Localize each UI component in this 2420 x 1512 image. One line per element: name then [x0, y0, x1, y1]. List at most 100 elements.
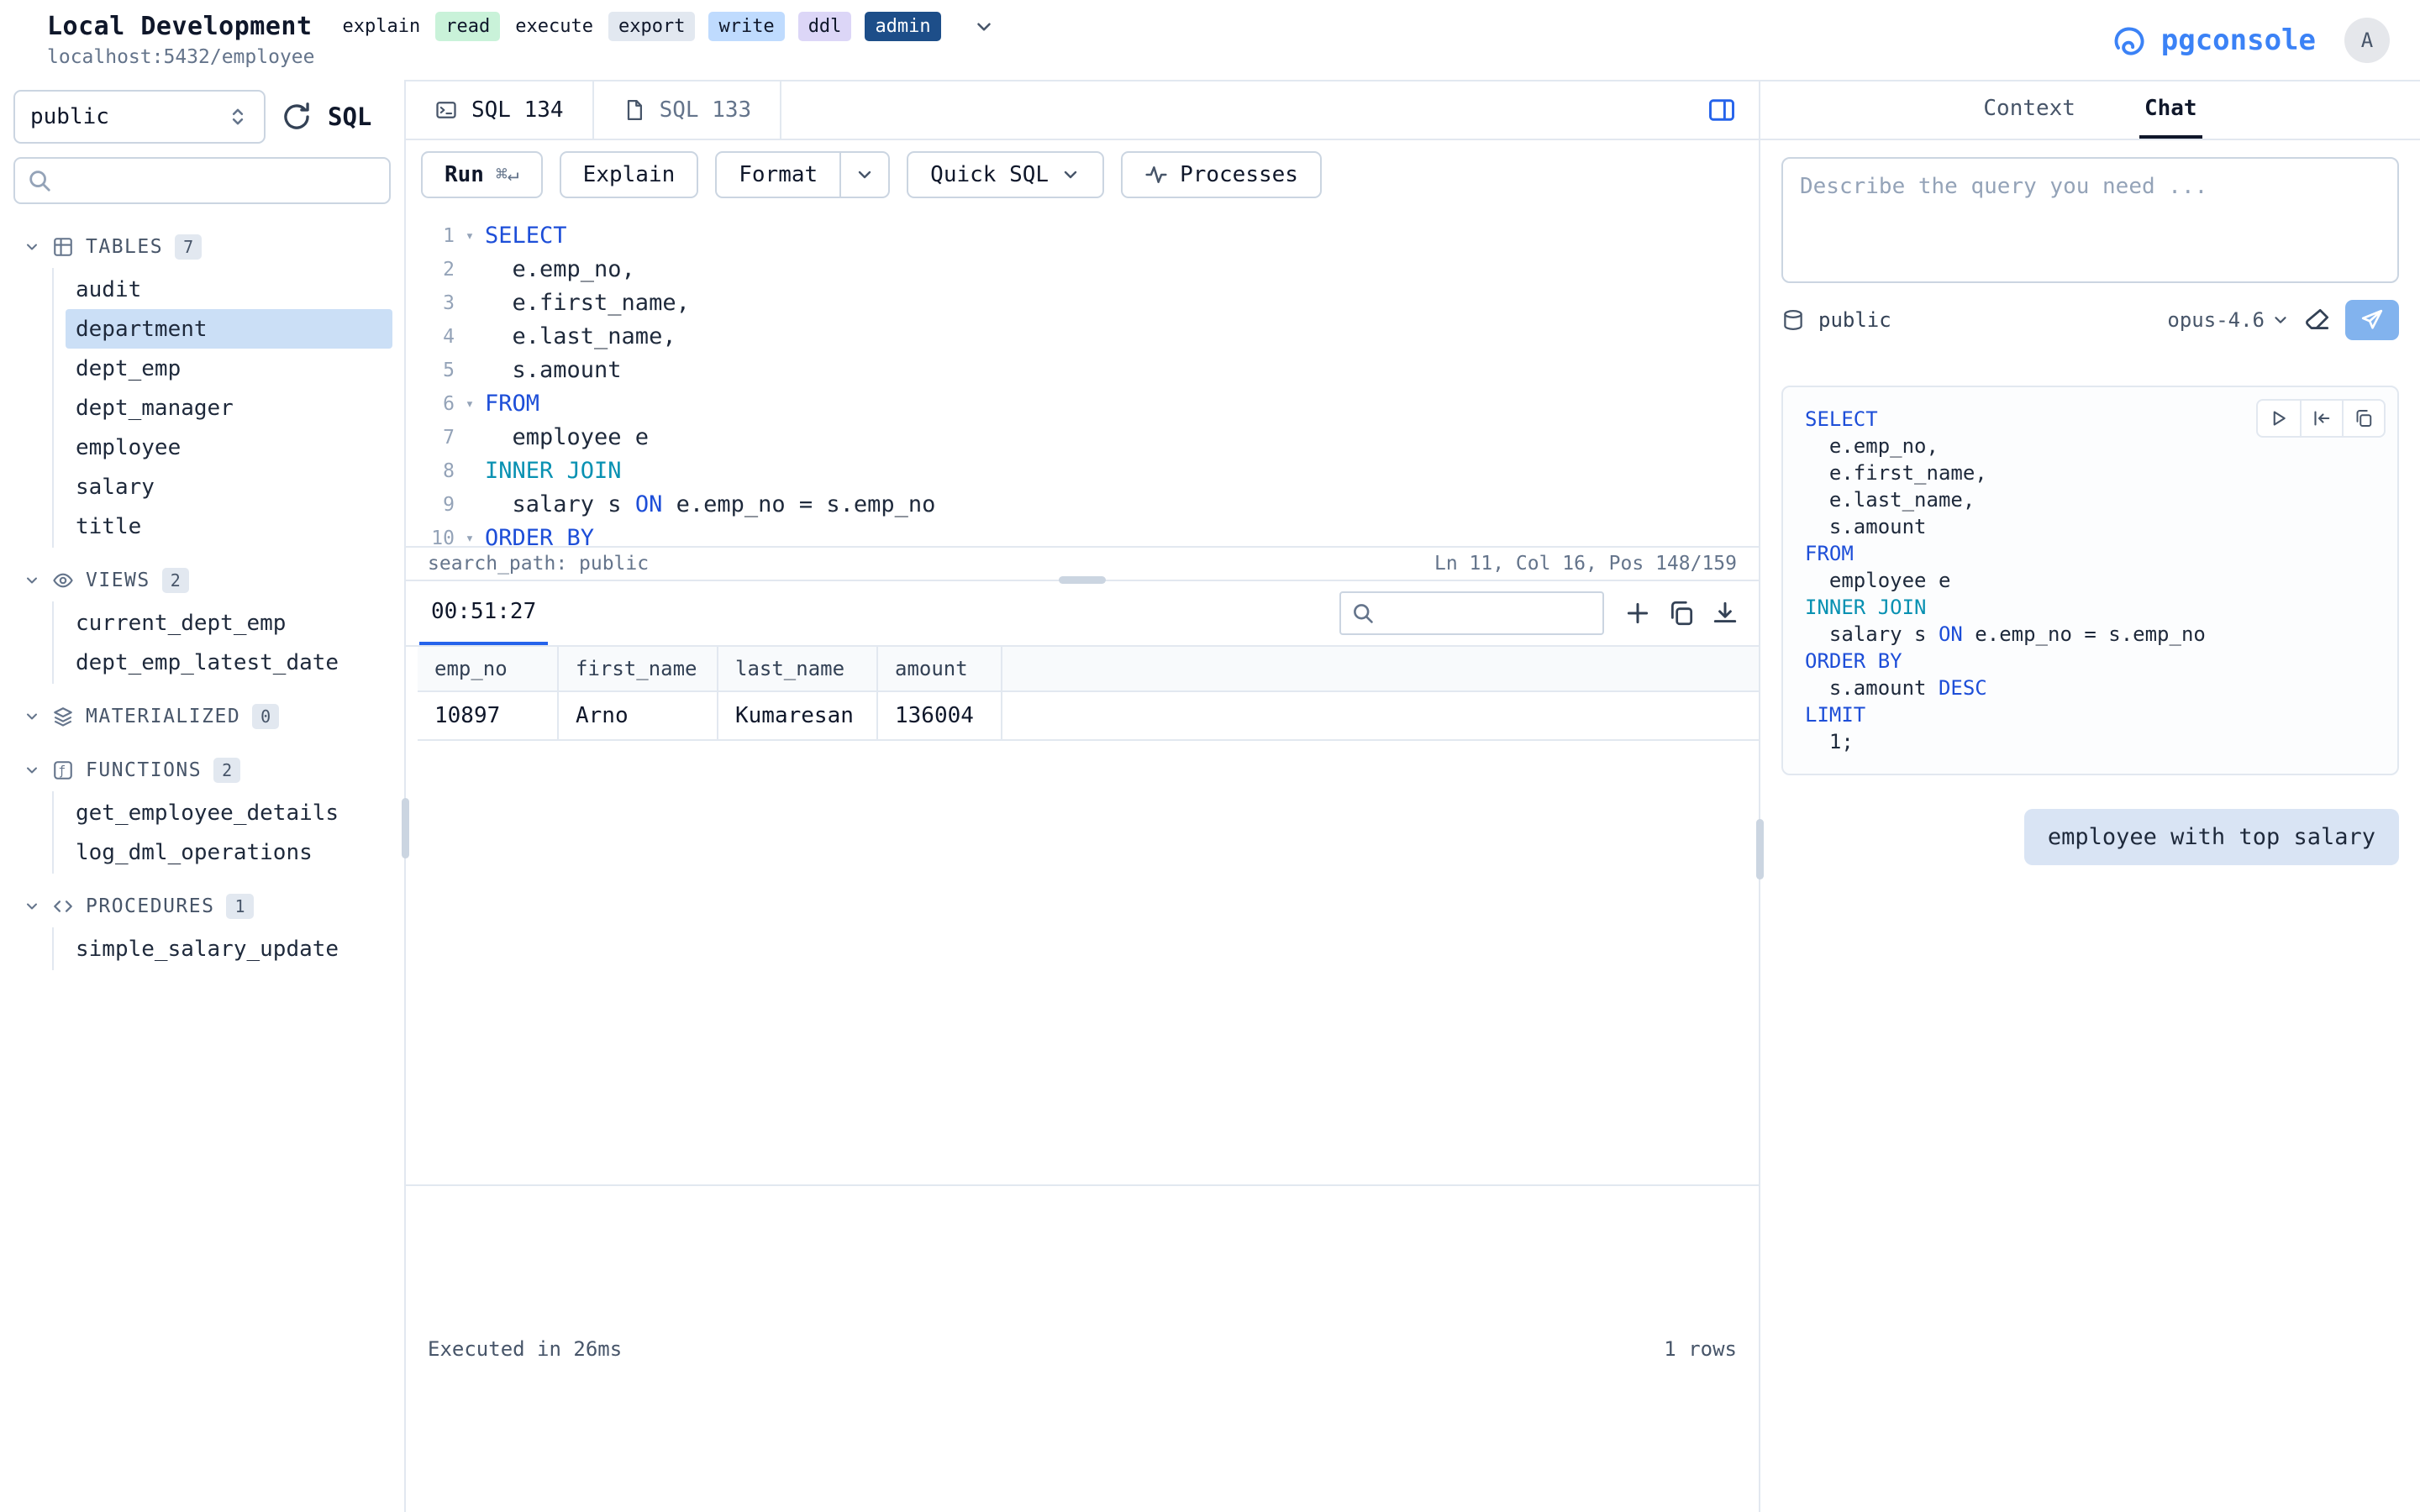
- column-header-filler: [1002, 647, 1759, 690]
- tab-context[interactable]: Context: [1978, 81, 2081, 139]
- tree-item-title[interactable]: title: [66, 507, 392, 546]
- tree-item-employee[interactable]: employee: [66, 428, 392, 467]
- editor-results-resize-handle[interactable]: [1059, 576, 1106, 584]
- schema-row: public SQL: [0, 90, 404, 144]
- section-label: FUNCTIONS: [86, 759, 202, 781]
- quick-sql-button[interactable]: Quick SQL: [907, 151, 1104, 198]
- fold-arrow-icon[interactable]: ▾: [455, 387, 485, 421]
- fold-arrow-icon[interactable]: ▾: [455, 522, 485, 546]
- code-line-3: e.first_name,: [1805, 459, 2381, 486]
- sql-mode-toggle[interactable]: SQL: [328, 102, 371, 131]
- table-row[interactable]: 10897ArnoKumaresan136004: [418, 692, 1759, 741]
- editor-line-2[interactable]: 2 e.emp_no,: [406, 253, 1759, 286]
- column-header-first_name[interactable]: first_name: [559, 647, 718, 690]
- code-line-4: e.last_name,: [1805, 486, 2381, 513]
- result-set-tab[interactable]: 00:51:27: [419, 581, 548, 645]
- sidebar-search-input[interactable]: [62, 169, 377, 193]
- section-header-tables[interactable]: TABLES7: [0, 226, 404, 268]
- badge-admin[interactable]: admin: [865, 12, 940, 41]
- section-header-materialized[interactable]: MATERIALIZED0: [0, 696, 404, 738]
- search-icon: [27, 168, 52, 193]
- assistant-code-lines: SELECT e.emp_no, e.first_name, e.last_na…: [1805, 406, 2381, 755]
- run-snippet-button[interactable]: [2258, 401, 2300, 436]
- schema-selector[interactable]: public: [13, 90, 266, 144]
- editor-line-8[interactable]: 8INNER JOIN: [406, 454, 1759, 488]
- copy-results-button[interactable]: [1660, 591, 1703, 635]
- results-search-input[interactable]: [1383, 601, 1640, 625]
- split-panel-button[interactable]: [1685, 81, 1759, 139]
- tree-item-get_employee_details[interactable]: get_employee_details: [66, 793, 392, 832]
- search-path-status: search_path: public: [428, 553, 649, 575]
- line-number: 7: [406, 421, 455, 454]
- badge-ddl[interactable]: ddl: [798, 12, 852, 41]
- editor-line-1[interactable]: 1▾SELECT: [406, 219, 1759, 253]
- download-results-button[interactable]: [1703, 591, 1747, 635]
- file-icon: [623, 98, 646, 122]
- editor-line-6[interactable]: 6▾FROM: [406, 387, 1759, 421]
- sql-editor[interactable]: 1▾SELECT2 e.emp_no,3 e.first_name,4 e.la…: [406, 209, 1759, 546]
- refresh-button[interactable]: [281, 101, 313, 133]
- processes-button[interactable]: Processes: [1121, 151, 1322, 198]
- tree-item-dept_manager[interactable]: dept_manager: [66, 388, 392, 428]
- code-line-10: ORDER BY: [1805, 648, 2381, 675]
- editor-line-7[interactable]: 7 employee e: [406, 421, 1759, 454]
- editor-line-10[interactable]: 10▾ORDER BY: [406, 522, 1759, 546]
- badge-write[interactable]: write: [708, 12, 784, 41]
- format-button[interactable]: Format: [715, 151, 841, 198]
- tree-item-salary[interactable]: salary: [66, 467, 392, 507]
- query-description-input[interactable]: [1781, 157, 2399, 283]
- editor-line-4[interactable]: 4 e.last_name,: [406, 320, 1759, 354]
- line-number: 4: [406, 320, 455, 354]
- header-right: pgconsole A: [2111, 18, 2390, 63]
- fold-gutter: [455, 286, 485, 320]
- tab-sql-133[interactable]: SQL 133: [594, 81, 782, 139]
- tree-item-current_dept_emp[interactable]: current_dept_emp: [66, 603, 392, 643]
- tab-chat[interactable]: Chat: [2139, 81, 2202, 139]
- chevron-down-icon[interactable]: [973, 16, 995, 38]
- badge-export[interactable]: export: [608, 12, 695, 41]
- section-header-views[interactable]: VIEWS2: [0, 559, 404, 601]
- editor-line-5[interactable]: 5 s.amount: [406, 354, 1759, 387]
- send-button[interactable]: [2345, 300, 2399, 340]
- add-result-tab-button[interactable]: [1616, 591, 1660, 635]
- tree-item-log_dml_operations[interactable]: log_dml_operations: [66, 832, 392, 872]
- editor-panel: SQL 134 SQL 133 Run ⌘↵: [406, 80, 1760, 1512]
- format-dropdown-button[interactable]: [841, 151, 890, 198]
- run-button[interactable]: Run ⌘↵: [421, 151, 543, 198]
- line-number: 3: [406, 286, 455, 320]
- column-header-emp_no[interactable]: emp_no: [418, 647, 559, 690]
- tree-item-dept_emp[interactable]: dept_emp: [66, 349, 392, 388]
- cursor-position-status: Ln 11, Col 16, Pos 148/159: [1434, 553, 1737, 575]
- badge-explain[interactable]: explain: [341, 12, 423, 41]
- tree-item-audit[interactable]: audit: [66, 270, 392, 309]
- badge-execute[interactable]: execute: [513, 12, 595, 41]
- execution-time: Executed in 26ms: [428, 1337, 622, 1361]
- tree-item-department[interactable]: department: [66, 309, 392, 349]
- activity-icon: [1144, 163, 1168, 186]
- explain-button[interactable]: Explain: [560, 151, 699, 198]
- section-header-functions[interactable]: ƒFUNCTIONS2: [0, 749, 404, 791]
- tree-item-dept_emp_latest_date[interactable]: dept_emp_latest_date: [66, 643, 392, 682]
- code-line-8: INNER JOIN: [1805, 594, 2381, 621]
- header: Local Development explainreadexecuteexpo…: [0, 0, 2420, 80]
- tree-item-simple_salary_update[interactable]: simple_salary_update: [66, 929, 392, 969]
- assistant-resize-handle[interactable]: [1756, 819, 1764, 879]
- chevron-down-icon: [24, 708, 40, 725]
- model-selector[interactable]: opus-4.6: [2167, 308, 2290, 332]
- copy-snippet-button[interactable]: [2342, 401, 2384, 436]
- clear-chat-button[interactable]: [2303, 306, 2332, 334]
- column-header-last_name[interactable]: last_name: [718, 647, 878, 690]
- badge-read[interactable]: read: [435, 12, 500, 41]
- avatar[interactable]: A: [2344, 18, 2390, 63]
- context-schema[interactable]: public: [1818, 308, 1891, 332]
- sidebar-resize-handle[interactable]: [402, 798, 409, 858]
- section-header-procedures[interactable]: PROCEDURES1: [0, 885, 404, 927]
- database-icon: [1781, 308, 1805, 332]
- editor-line-9[interactable]: 9 salary s ON e.emp_no = s.emp_no: [406, 488, 1759, 522]
- editor-line-3[interactable]: 3 e.first_name,: [406, 286, 1759, 320]
- tree-items: get_employee_detailslog_dml_operations: [52, 791, 404, 874]
- column-header-amount[interactable]: amount: [878, 647, 1002, 690]
- insert-snippet-button[interactable]: [2300, 401, 2342, 436]
- fold-arrow-icon[interactable]: ▾: [455, 219, 485, 253]
- tab-sql-134[interactable]: SQL 134: [406, 81, 594, 139]
